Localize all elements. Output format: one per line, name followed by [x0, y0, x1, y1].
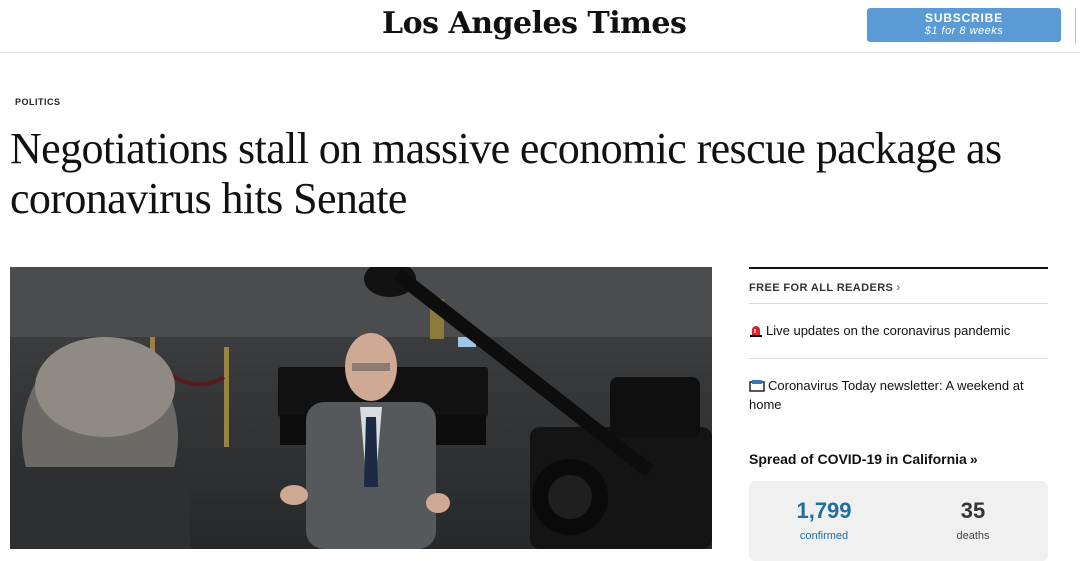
site-logo[interactable]: Los Angeles Times	[382, 4, 687, 44]
covid-stats-box[interactable]: 1,799 confirmed 35 deaths	[749, 481, 1048, 561]
article-headline: Negotiations stall on massive economic r…	[10, 124, 1002, 223]
subscribe-offer: $1 for 8 weeks	[924, 25, 1004, 37]
sidebar-link-text: Coronavirus Today newsletter: A weekend …	[749, 378, 1024, 412]
header-edge-divider	[1075, 8, 1076, 44]
site-header: Los Angeles Times SUBSCRIBE $1 for 8 wee…	[0, 0, 1080, 53]
divider	[749, 358, 1048, 359]
sidebar-top-rule	[749, 267, 1048, 269]
siren-icon	[749, 324, 763, 341]
subscribe-button[interactable]: SUBSCRIBE $1 for 8 weeks	[867, 8, 1061, 42]
sidebar-link-newsletter[interactable]: Coronavirus Today newsletter: A weekend …	[749, 377, 1048, 413]
free-for-all-readers-link[interactable]: FREE FOR ALL READERS ›	[749, 280, 901, 294]
spread-title: Spread of COVID-19 in California	[749, 451, 967, 467]
free-label: FREE FOR ALL READERS	[749, 282, 894, 294]
sidebar-link-live-updates[interactable]: Live updates on the coronavirus pandemic	[749, 322, 1048, 341]
chevron-right-icon: ›	[896, 280, 901, 294]
confirmed-count: 1,799	[796, 498, 852, 523]
deaths-count: 35	[960, 498, 986, 523]
newsletter-icon	[749, 379, 765, 396]
double-chevron-right-icon: »	[969, 451, 978, 467]
section-label[interactable]: POLITICS	[15, 97, 61, 107]
sidebar-link-text: Live updates on the coronavirus pandemic	[766, 323, 1011, 338]
covid-spread-link[interactable]: Spread of COVID-19 in California»	[749, 451, 978, 467]
confirmed-label: confirmed	[799, 530, 849, 542]
divider	[749, 303, 1048, 304]
deaths-label: deaths	[956, 530, 990, 542]
lead-photo	[10, 267, 712, 549]
subscribe-label: SUBSCRIBE	[925, 11, 1003, 25]
